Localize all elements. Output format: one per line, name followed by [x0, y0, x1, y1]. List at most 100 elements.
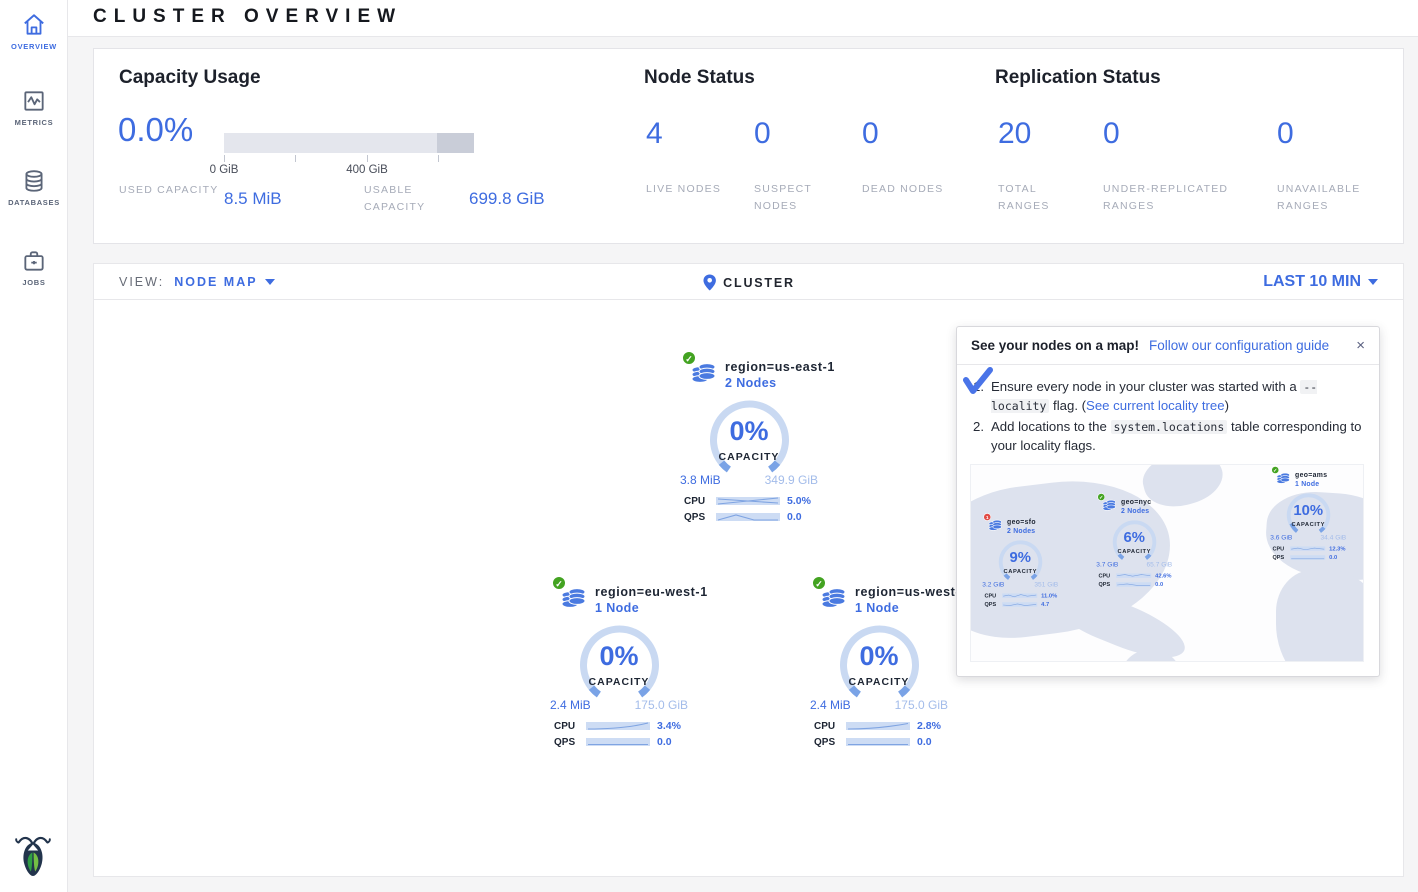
usable-capacity-value: 699.8 GiB — [469, 189, 545, 209]
sidebar-item-label: DATABASES — [0, 198, 68, 207]
step-text: Add locations to the — [991, 419, 1111, 434]
stat-value: 20 — [998, 117, 1031, 151]
capacity-label: CAPACITY — [832, 676, 927, 688]
axis-tick — [295, 155, 296, 162]
code-table: system.locations — [1111, 420, 1228, 434]
capacity-gauge: 0% CAPACITY — [702, 400, 797, 485]
cpu-value: 11.0% — [1041, 592, 1057, 599]
node-group-icon: ✓ — [1275, 470, 1292, 487]
qps-value: 4.7 — [1041, 601, 1049, 608]
capacity-gauge: 6% CAPACITY — [1108, 520, 1160, 567]
time-range-dropdown[interactable]: LAST 10 MIN — [1263, 273, 1378, 291]
cpu-value: 3.4% — [657, 720, 681, 732]
cpu-sparkline — [716, 496, 780, 506]
cluster-summary-panel: Capacity Usage 0.0% 0 GiB 400 GiB USED C… — [93, 48, 1404, 244]
node-map-setup-tooltip: See your nodes on a map! Follow our conf… — [956, 326, 1380, 677]
qps-value: 0.0 — [1329, 554, 1337, 561]
sidebar-item-jobs[interactable]: JOBS — [0, 248, 68, 287]
node-group-icon: ✓ — [689, 358, 719, 388]
nodes-link[interactable]: 1 Node — [595, 601, 639, 615]
stat-value: 4 — [646, 117, 663, 151]
qps-value: 0.0 — [917, 736, 932, 748]
cpu-label: CPU — [985, 592, 999, 598]
replication-status-title: Replication Status — [995, 67, 1161, 89]
cpu-sparkline — [586, 721, 650, 731]
cpu-label: CPU — [684, 496, 709, 507]
nodes-link[interactable]: 2 Nodes — [725, 376, 776, 390]
locality-tree-link[interactable]: See current locality tree — [1086, 398, 1225, 413]
axis-tick — [438, 155, 439, 162]
sidebar-item-metrics[interactable]: METRICS — [0, 88, 68, 127]
sidebar-item-overview[interactable]: OVERVIEW — [0, 12, 68, 51]
cpu-value: 5.0% — [787, 495, 811, 507]
axis-tick-label: 400 GiB — [337, 164, 397, 176]
capacity-gauge: 0% CAPACITY — [832, 625, 927, 710]
capacity-gauge: 9% CAPACITY — [994, 540, 1046, 587]
cockroachdb-logo — [13, 833, 53, 884]
briefcase-icon — [21, 248, 47, 274]
sidebar: OVERVIEW METRICS DATABASES — [0, 0, 68, 892]
capacity-percent: 0% — [572, 641, 667, 672]
cpu-value: 2.8% — [917, 720, 941, 732]
qps-label: QPS — [1099, 581, 1113, 587]
cpu-sparkline — [1290, 545, 1325, 551]
cpu-sparkline — [1002, 592, 1037, 598]
page-title: CLUSTER OVERVIEW — [93, 6, 402, 28]
qps-label: QPS — [985, 601, 999, 607]
used-capacity-label: USED CAPACITY — [119, 182, 219, 199]
map-pin-icon — [702, 274, 716, 291]
chevron-down-icon — [1368, 279, 1378, 285]
close-icon[interactable]: × — [1356, 338, 1365, 353]
map-node-us-east-1[interactable]: ✓ region=us-east-1 2 Nodes 0% CAPACITY 3… — [674, 358, 824, 525]
stat-label: UNDER-REPLICATED RANGES — [1103, 181, 1263, 215]
stat-value: 0 — [754, 117, 771, 151]
axis-tick-label: 0 GiB — [199, 164, 249, 176]
node-group-icon: 1 — [987, 517, 1004, 534]
breadcrumb[interactable]: CLUSTER — [702, 264, 795, 301]
qps-sparkline — [586, 737, 650, 747]
capacity-used-percent: 0.0% — [118, 111, 193, 149]
stat-label: SUSPECT NODES — [754, 181, 844, 215]
cpu-value: 12.3% — [1329, 545, 1345, 552]
capacity-label: CAPACITY — [1108, 548, 1160, 555]
example-node-geo-ams: ✓ geo=ams 1 Node 10% CAPACITY 3.6 GiB — [1267, 470, 1350, 562]
capacity-percent: 0% — [702, 416, 797, 447]
nodes-link[interactable]: 1 Node — [855, 601, 899, 615]
capacity-percent: 9% — [994, 548, 1046, 565]
region-label: geo=nyc — [1121, 498, 1151, 506]
capacity-label: CAPACITY — [1282, 521, 1334, 528]
qps-sparkline — [1116, 581, 1151, 587]
capacity-percent: 6% — [1108, 528, 1160, 545]
view-selector-dropdown[interactable]: NODE MAP — [174, 275, 274, 289]
qps-value: 0.0 — [787, 511, 802, 523]
stat-label: TOTAL RANGES — [998, 181, 1088, 215]
configuration-guide-link[interactable]: Follow our configuration guide — [1149, 338, 1329, 353]
step-text: Ensure every node in your cluster was st… — [991, 379, 1300, 394]
setup-step-1: 1. Ensure every node in your cluster was… — [973, 377, 1365, 415]
region-label: geo=sfo — [1007, 518, 1036, 526]
home-icon — [21, 12, 47, 38]
axis-tick — [224, 155, 225, 162]
node-group-icon: ✓ — [1101, 497, 1118, 514]
cpu-label: CPU — [1273, 545, 1287, 551]
sidebar-item-label: METRICS — [0, 118, 68, 127]
view-toolbar: VIEW: NODE MAP CLUSTER LAST 10 MIN — [93, 263, 1404, 300]
tooltip-title: See your nodes on a map! — [971, 338, 1139, 353]
capacity-label: CAPACITY — [994, 568, 1046, 575]
node-status-title: Node Status — [644, 67, 755, 89]
capacity-label: CAPACITY — [702, 451, 797, 463]
step-number: 2. — [973, 417, 991, 455]
used-capacity-value: 8.5 MiB — [224, 189, 282, 209]
node-group-icon: ✓ — [819, 583, 849, 613]
region-label: region=eu-west-1 — [595, 585, 708, 599]
capacity-usage-title: Capacity Usage — [119, 67, 261, 89]
landmass — [1276, 570, 1364, 662]
healthy-check-icon: ✓ — [812, 576, 826, 590]
qps-sparkline — [846, 737, 910, 747]
view-selector-value: NODE MAP — [174, 275, 257, 289]
map-node-us-west-1[interactable]: ✓ region=us-west-1 1 Node 0% CAPACITY 2.… — [804, 583, 954, 750]
map-node-eu-west-1[interactable]: ✓ region=eu-west-1 1 Node 0% CAPACITY 2.… — [544, 583, 694, 750]
sidebar-item-databases[interactable]: DATABASES — [0, 168, 68, 207]
capacity-usage-bar — [224, 133, 474, 153]
capacity-bar-segment — [437, 133, 474, 153]
